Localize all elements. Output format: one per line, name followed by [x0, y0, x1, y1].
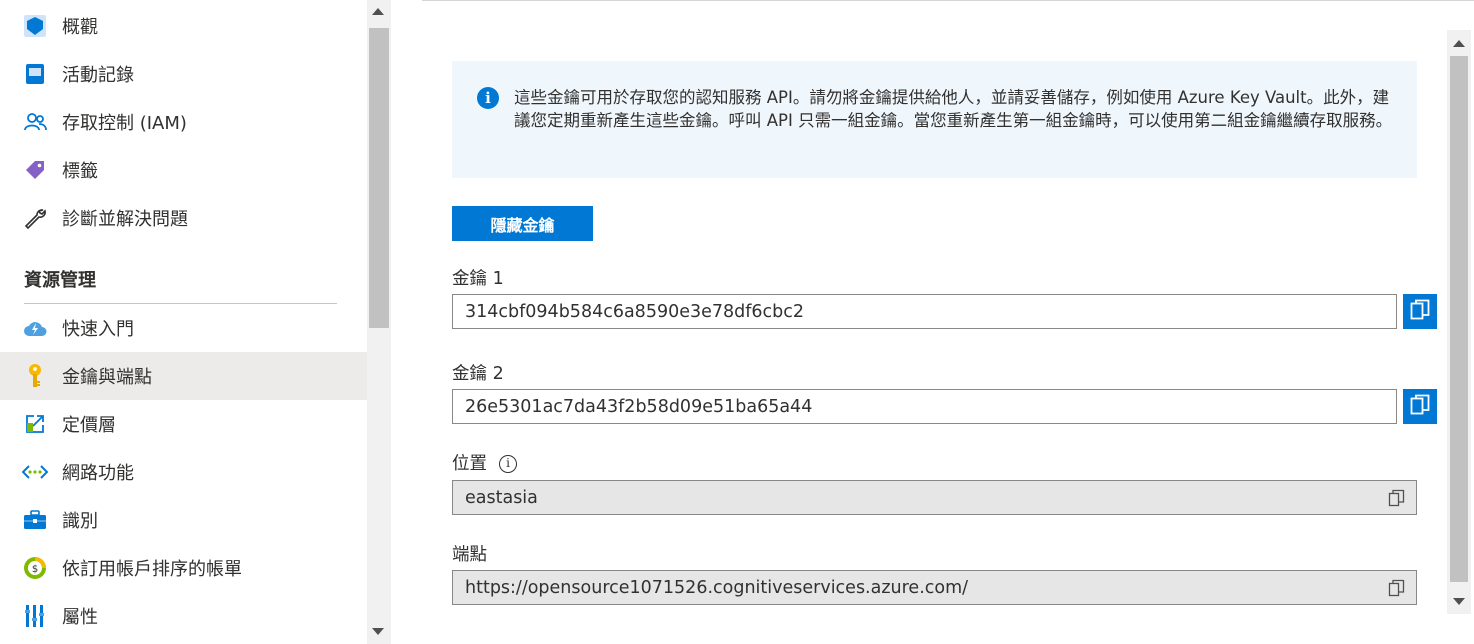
access-control-icon: [22, 109, 48, 135]
copy-icon[interactable]: [1388, 489, 1406, 507]
endpoint-value: https://opensource1071526.cognitiveservi…: [465, 577, 969, 598]
info-icon: i: [477, 87, 499, 109]
sidebar: 概觀 活動記錄 存取控制 (IAM) 標籤 診斷並解決問題 資源管理 快速入門: [0, 0, 367, 644]
sidebar-item-diagnose[interactable]: 診斷並解決問題: [0, 194, 367, 242]
info-banner-text: 這些金鑰可用於存取您的認知服務 API。請勿將金鑰提供給他人，並請妥善儲存，例如…: [514, 88, 1393, 130]
svg-text:$: $: [32, 564, 38, 575]
sidebar-item-tags[interactable]: 標籤: [0, 146, 367, 194]
wrench-icon: [22, 205, 48, 231]
location-value: eastasia: [465, 487, 538, 508]
sidebar-item-pricing-tier[interactable]: 定價層: [0, 400, 367, 448]
copy-icon[interactable]: [1388, 579, 1406, 597]
copy-key2-button[interactable]: [1403, 389, 1437, 424]
sidebar-item-label: 診斷並解決問題: [62, 209, 188, 230]
sidebar-item-networking[interactable]: 網路功能: [0, 448, 367, 496]
scroll-up-arrow-icon[interactable]: [372, 8, 384, 15]
quickstart-cloud-icon: [22, 315, 48, 341]
location-label-text: 位置: [452, 454, 487, 474]
sidebar-item-overview[interactable]: 概觀: [0, 2, 367, 50]
sidebar-scrollbar[interactable]: [367, 0, 391, 644]
networking-icon: [22, 459, 48, 485]
sidebar-item-label: 定價層: [62, 415, 116, 436]
key1-label: 金鑰 1: [452, 269, 504, 289]
info-banner: i 這些金鑰可用於存取您的認知服務 API。請勿將金鑰提供給他人，並請妥善儲存，…: [452, 61, 1417, 178]
sidebar-item-access-control[interactable]: 存取控制 (IAM): [0, 98, 367, 146]
properties-icon: [22, 603, 48, 629]
key1-value: 314cbf094b584c6a8590e3e78df6cbc2: [465, 301, 805, 322]
section-header-resource-management: 資源管理: [24, 270, 96, 291]
sidebar-item-label: 存取控制 (IAM): [62, 113, 187, 134]
sidebar-item-label: 識別: [62, 511, 98, 532]
sidebar-item-properties[interactable]: 屬性: [0, 592, 367, 640]
sidebar-item-label: 活動記錄: [62, 65, 134, 86]
sidebar-scrollbar-thumb[interactable]: [369, 28, 389, 328]
copy-key1-button[interactable]: [1403, 294, 1437, 329]
overview-icon: [22, 13, 48, 39]
activity-log-icon: [22, 61, 48, 87]
sidebar-item-label: 概觀: [62, 17, 98, 38]
key-icon: [22, 363, 48, 389]
location-label: 位置 i: [452, 450, 517, 475]
sidebar-item-billing[interactable]: $ 依訂用帳戶排序的帳單: [0, 544, 367, 592]
hide-keys-button[interactable]: 隱藏金鑰: [452, 206, 593, 241]
endpoint-field[interactable]: https://opensource1071526.cognitiveservi…: [452, 570, 1417, 605]
location-field[interactable]: eastasia: [452, 480, 1417, 515]
info-circle-icon[interactable]: i: [499, 455, 517, 473]
tag-icon: [22, 157, 48, 183]
identity-icon: [22, 507, 48, 533]
scroll-up-arrow-icon[interactable]: [1453, 40, 1465, 47]
sidebar-item-quickstart[interactable]: 快速入門: [0, 304, 367, 352]
sidebar-item-label: 快速入門: [62, 319, 134, 340]
sidebar-item-identity[interactable]: 識別: [0, 496, 367, 544]
pricing-tier-icon: [22, 411, 48, 437]
key1-field[interactable]: 314cbf094b584c6a8590e3e78df6cbc2: [452, 294, 1397, 329]
key2-value: 26e5301ac7da43f2b58d09e51ba65a44: [465, 396, 813, 417]
scroll-down-arrow-icon[interactable]: [1453, 598, 1465, 605]
sidebar-item-keys-endpoint[interactable]: 金鑰與端點: [0, 352, 367, 400]
key2-field[interactable]: 26e5301ac7da43f2b58d09e51ba65a44: [452, 389, 1397, 424]
billing-icon: $: [22, 555, 48, 581]
sidebar-item-label: 屬性: [62, 607, 98, 628]
scroll-down-arrow-icon[interactable]: [372, 628, 384, 635]
sidebar-item-label: 標籤: [62, 161, 98, 182]
main-top-border: [422, 0, 1474, 1]
sidebar-item-label: 金鑰與端點: [62, 367, 152, 388]
copy-icon: [1410, 299, 1430, 325]
sidebar-item-activity-log[interactable]: 活動記錄: [0, 50, 367, 98]
key2-label: 金鑰 2: [452, 364, 504, 384]
endpoint-label: 端點: [452, 545, 487, 565]
sidebar-item-label: 依訂用帳戶排序的帳單: [62, 559, 242, 580]
main-scrollbar[interactable]: [1447, 30, 1471, 614]
sidebar-item-label: 網路功能: [62, 463, 134, 484]
copy-icon: [1410, 394, 1430, 420]
main-scrollbar-thumb[interactable]: [1450, 56, 1468, 582]
